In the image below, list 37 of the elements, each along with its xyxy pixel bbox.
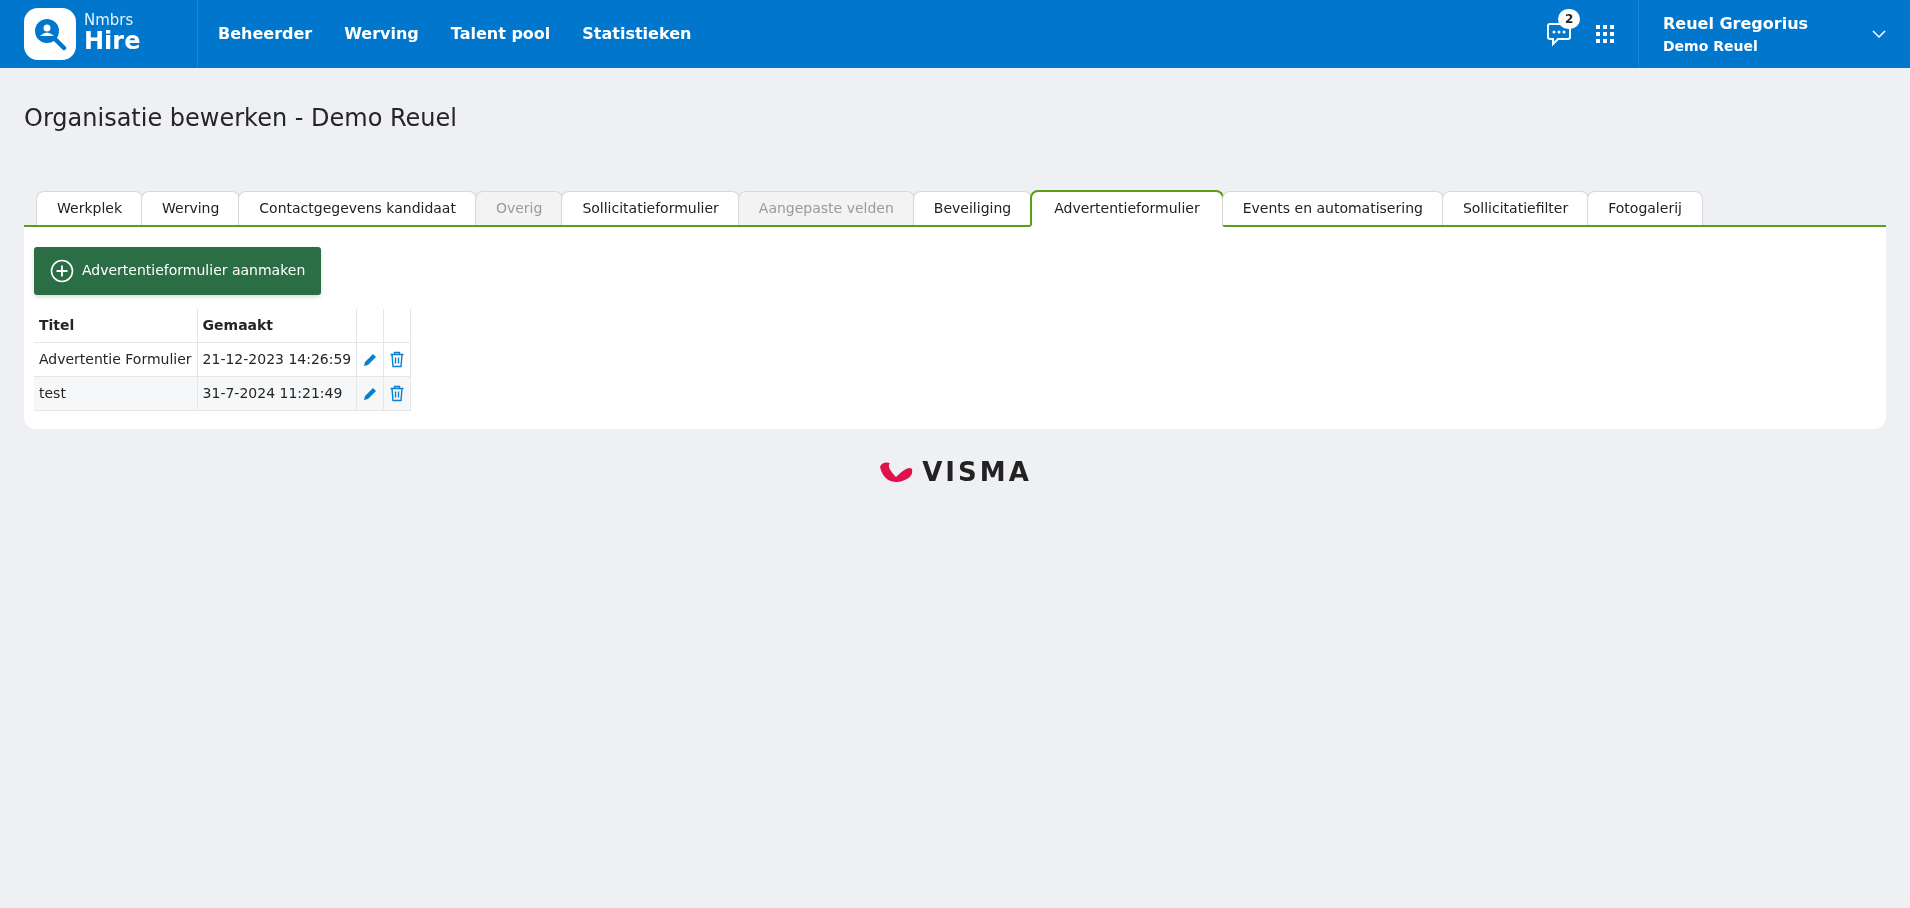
- chat-icon[interactable]: [1546, 21, 1572, 47]
- table-cell: Advertentie Formulier: [34, 342, 198, 377]
- plus-circle-icon: [50, 258, 74, 283]
- table-cell: 21-12-2023 14:26:59: [197, 342, 357, 377]
- delete-icon[interactable]: [389, 351, 406, 369]
- nav-link[interactable]: Beheerder: [218, 22, 313, 46]
- apps-grid-icon[interactable]: [1596, 25, 1614, 43]
- tab[interactable]: Beveiliging: [912, 190, 1033, 225]
- tab[interactable]: Events en automatisering: [1221, 190, 1444, 225]
- edit-icon[interactable]: [362, 385, 379, 402]
- column-header: Gemaakt: [197, 308, 357, 343]
- tab[interactable]: Werving: [141, 190, 241, 225]
- company-logo-text: VISMA: [922, 455, 1032, 489]
- table-cell: test: [34, 376, 198, 411]
- column-header: Titel: [34, 308, 198, 343]
- brand-name: Hire: [84, 28, 141, 55]
- delete-icon[interactable]: [389, 385, 406, 403]
- tab[interactable]: Sollicitatiefilter: [1441, 190, 1590, 225]
- page-title: Organisatie bewerken - Demo Reuel: [24, 104, 458, 133]
- tab[interactable]: Sollicitatieformulier: [561, 190, 740, 225]
- nav-link[interactable]: Talent pool: [450, 22, 551, 46]
- chevron-down-icon[interactable]: [1872, 30, 1886, 38]
- brand-subtitle: Nmbrs: [84, 13, 135, 29]
- tab[interactable]: Fotogalerij: [1587, 190, 1703, 225]
- table-cell: 31-7-2024 11:21:49: [197, 376, 357, 411]
- app-logo-icon: [24, 8, 76, 60]
- tab[interactable]: Werkplek: [36, 190, 143, 225]
- tab[interactable]: Advertentieformulier: [1030, 189, 1224, 227]
- user-name[interactable]: Reuel Gregorius: [1663, 11, 1809, 36]
- notification-badge: 2: [1558, 9, 1581, 29]
- create-form-button[interactable]: Advertentieformulier aanmaken: [34, 246, 322, 295]
- nav-link[interactable]: Werving: [344, 22, 419, 46]
- visma-logo-icon: [878, 461, 915, 484]
- tab[interactable]: Contactgegevens kandidaat: [238, 190, 477, 225]
- organization-name[interactable]: Demo Reuel: [1663, 35, 1809, 57]
- nav-link[interactable]: Statistieken: [582, 22, 692, 46]
- edit-icon[interactable]: [362, 351, 379, 368]
